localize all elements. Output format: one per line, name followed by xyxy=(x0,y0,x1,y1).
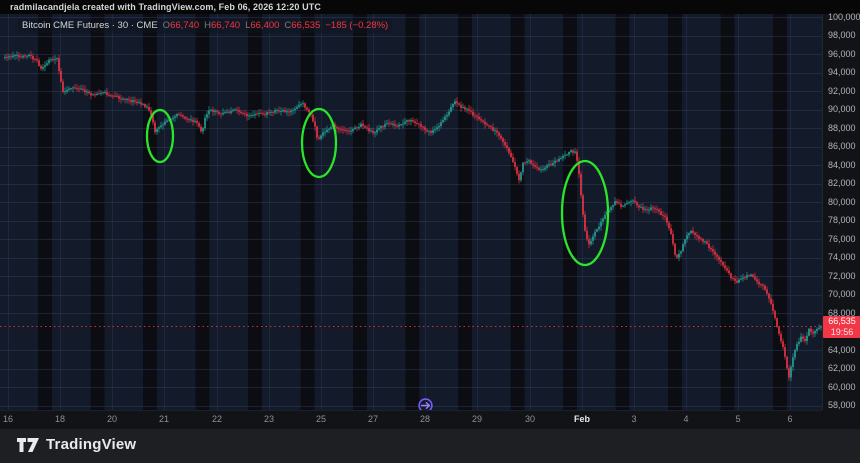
price-axis-label: 80,000 xyxy=(828,196,856,207)
candlestick-canvas[interactable] xyxy=(0,14,822,410)
ohlc-values: O66,740 H66,740 L66,400 C66,535 xyxy=(162,20,321,31)
tradingview-wordmark: TradingView xyxy=(46,436,137,453)
symbol-legend: Bitcoin CME Futures · 30 · CME O66,740 H66… xyxy=(18,19,393,33)
price-axis-label: 76,000 xyxy=(828,233,856,244)
price-axis[interactable]: 66,535 19:56 100,000 98,000 96,000 94,000 92… xyxy=(822,11,860,410)
time-axis-label: 21 xyxy=(158,414,170,424)
price-axis-label: 96,000 xyxy=(828,48,856,59)
gap-marker-icon[interactable] xyxy=(417,397,434,410)
attribution-text: radmilacandjela created with TradingView… xyxy=(10,2,321,12)
time-axis-label: 27 xyxy=(367,414,379,424)
price-axis-label: 82,000 xyxy=(828,178,856,188)
gap-highlight-ellipse[interactable] xyxy=(300,107,338,179)
time-axis-label: 5 xyxy=(735,414,741,424)
time-axis[interactable]: 16 18 20 21 22 23 25 27 28 29 30 Feb 3 4 5 6 xyxy=(0,410,822,430)
price-axis-label: 70,000 xyxy=(828,289,856,299)
time-axis-label: 4 xyxy=(683,414,689,424)
tradingview-logo[interactable]: TradingView xyxy=(17,436,136,453)
time-axis-label: 20 xyxy=(106,414,118,424)
change-value: −185 (−0.28%) xyxy=(325,20,389,31)
time-axis-label: 23 xyxy=(263,414,275,424)
time-axis-label: 18 xyxy=(54,414,66,424)
price-axis-label: 58,000 xyxy=(828,400,856,410)
price-axis-label: 62,000 xyxy=(828,363,856,373)
last-price-label: 66,535 19:56 xyxy=(823,315,860,338)
price-axis-label: 94,000 xyxy=(828,67,856,77)
chart-region: Bitcoin CME Futures · 30 · CME O66,740 H66… xyxy=(0,11,860,430)
time-axis-label: 16 xyxy=(2,414,14,424)
time-axis-label: 22 xyxy=(211,414,223,424)
price-axis-label: 92,000 xyxy=(828,85,856,96)
price-axis-label: 72,000 xyxy=(828,270,856,281)
time-axis-label: 30 xyxy=(524,414,536,424)
attribution-bar: radmilacandjela created with TradingView… xyxy=(0,0,860,14)
price-axis-label: 88,000 xyxy=(828,122,856,133)
price-axis-label: 90,000 xyxy=(828,104,856,114)
tradingview-snapshot: radmilacandjela created with TradingView… xyxy=(0,0,860,463)
price-chart[interactable]: Bitcoin CME Futures · 30 · CME O66,740 H66… xyxy=(0,14,822,410)
price-axis-label: 98,000 xyxy=(828,30,856,40)
time-axis-label: 29 xyxy=(471,414,483,424)
time-axis-label: 3 xyxy=(631,414,637,424)
bar-countdown: 19:56 xyxy=(830,326,854,337)
symbol-title[interactable]: Bitcoin CME Futures · 30 · CME xyxy=(22,20,158,31)
price-axis-label: 74,000 xyxy=(828,252,856,262)
price-axis-label: 86,000 xyxy=(828,141,856,151)
price-axis-label: 84,000 xyxy=(828,159,856,170)
gap-highlight-ellipse[interactable] xyxy=(145,108,175,164)
last-price-value: 66,535 xyxy=(828,315,856,326)
time-axis-label: Feb xyxy=(573,414,591,424)
price-axis-label: 60,000 xyxy=(828,381,856,392)
bottom-bar: TradingView xyxy=(0,429,860,463)
price-axis-label: 78,000 xyxy=(828,215,856,225)
tradingview-mark-icon xyxy=(17,437,39,452)
time-axis-label: 6 xyxy=(787,414,793,424)
price-axis-label: 100,000 xyxy=(828,11,860,22)
price-axis-label: 64,000 xyxy=(828,344,856,355)
time-axis-label: 28 xyxy=(419,414,431,424)
time-axis-label: 25 xyxy=(315,414,327,424)
